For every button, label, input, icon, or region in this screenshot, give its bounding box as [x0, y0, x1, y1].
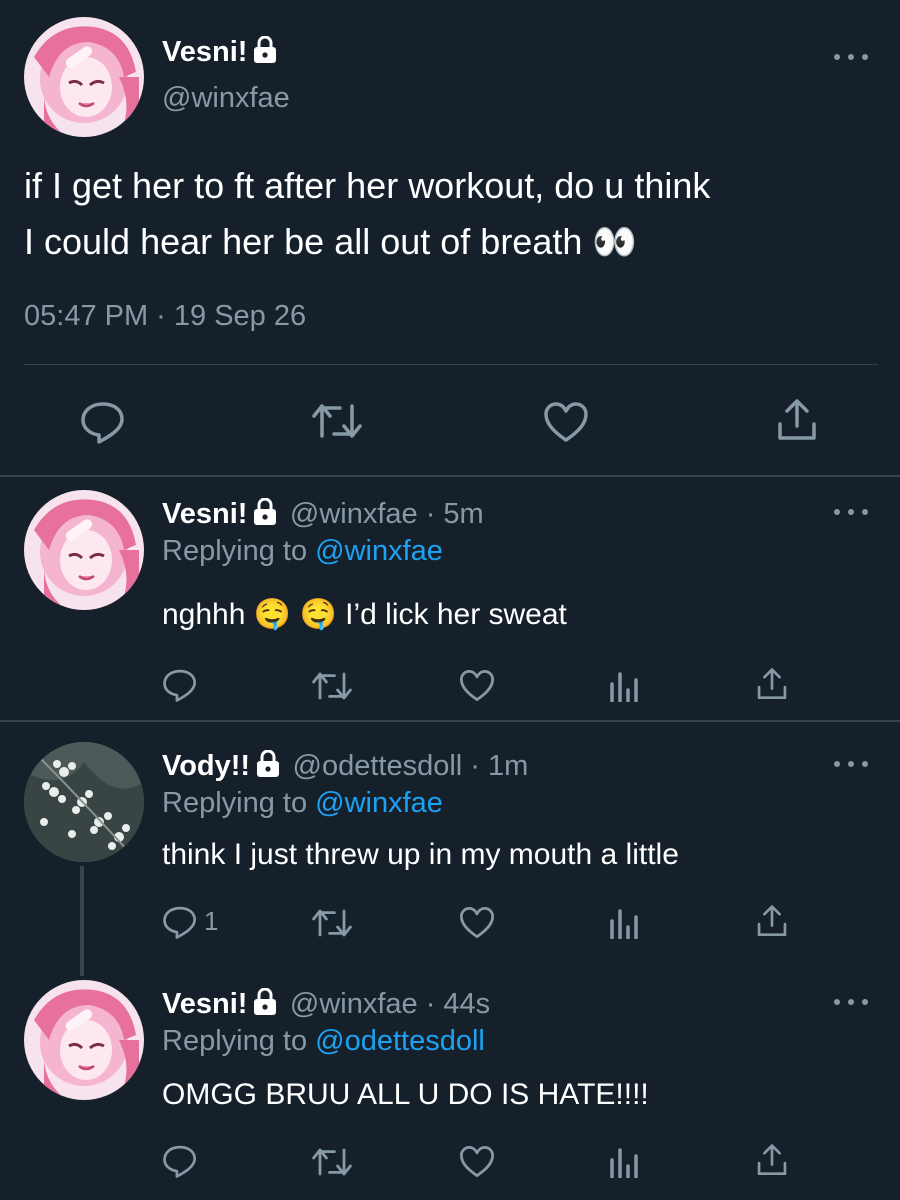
more-icon[interactable] [834, 757, 868, 771]
replying-to-label: Replying to [162, 535, 316, 567]
share-icon[interactable] [776, 398, 818, 442]
reply-icon[interactable] [162, 1144, 198, 1178]
display-name[interactable]: Vesni! [162, 36, 247, 68]
reply-count: 1 [204, 906, 219, 936]
divider [0, 720, 900, 722]
tweet-text: think I just threw up in my mouth a litt… [162, 838, 679, 871]
share-icon[interactable] [756, 904, 788, 938]
handle[interactable]: @winxfae [162, 82, 290, 115]
more-icon[interactable] [834, 50, 868, 64]
like-icon[interactable] [459, 1145, 495, 1178]
reply-icon[interactable] [162, 668, 198, 702]
like-icon[interactable] [459, 906, 495, 939]
retweet-icon[interactable] [312, 1145, 352, 1179]
tweet-text: OMGG BRUU ALL U DO IS HATE!!!! [162, 1078, 649, 1111]
timestamp[interactable]: 05:47 PM · 19 Sep 26 [24, 300, 306, 333]
avatar[interactable] [24, 742, 144, 862]
handle-time[interactable]: @winxfae · 5m [290, 498, 484, 530]
display-name[interactable]: Vesni! [162, 498, 247, 530]
reply-icon[interactable] [162, 905, 198, 939]
replying-to-label: Replying to [162, 787, 316, 819]
reply-icon[interactable] [80, 400, 126, 444]
share-icon[interactable] [756, 667, 788, 701]
thread-connector [80, 866, 84, 976]
tweet-text: nghhh 🤤 🤤 I’d lick her sweat [162, 598, 567, 631]
divider [0, 475, 900, 477]
like-icon[interactable] [459, 669, 495, 702]
avatar[interactable] [24, 490, 144, 610]
mention-link[interactable]: @odettesdoll [315, 1025, 485, 1057]
handle-time[interactable]: @winxfae · 44s [290, 988, 490, 1020]
tweet-text-line-2: I could hear her be all out of breath 👀 [24, 221, 638, 262]
retweet-icon[interactable] [312, 400, 362, 442]
mention-link[interactable]: @winxfae [315, 787, 443, 819]
like-icon[interactable] [543, 401, 589, 443]
tweet-text-line-1: if I get her to ft after her workout, do… [24, 165, 711, 206]
analytics-icon[interactable] [609, 1146, 639, 1178]
retweet-icon[interactable] [312, 669, 352, 703]
divider [24, 364, 878, 365]
more-icon[interactable] [834, 505, 868, 519]
lock-icon [253, 35, 277, 79]
mention-link[interactable]: @winxfae [315, 535, 443, 567]
retweet-icon[interactable] [312, 906, 352, 940]
display-name[interactable]: Vesni! [162, 988, 247, 1020]
avatar[interactable] [24, 17, 144, 137]
display-name[interactable]: Vody!! [162, 750, 250, 782]
avatar[interactable] [24, 980, 144, 1100]
more-icon[interactable] [834, 995, 868, 1009]
analytics-icon[interactable] [609, 907, 639, 939]
analytics-icon[interactable] [609, 670, 639, 702]
share-icon[interactable] [756, 1143, 788, 1177]
handle-time[interactable]: @odettesdoll · 1m [293, 750, 529, 782]
replying-to-label: Replying to [162, 1025, 316, 1057]
